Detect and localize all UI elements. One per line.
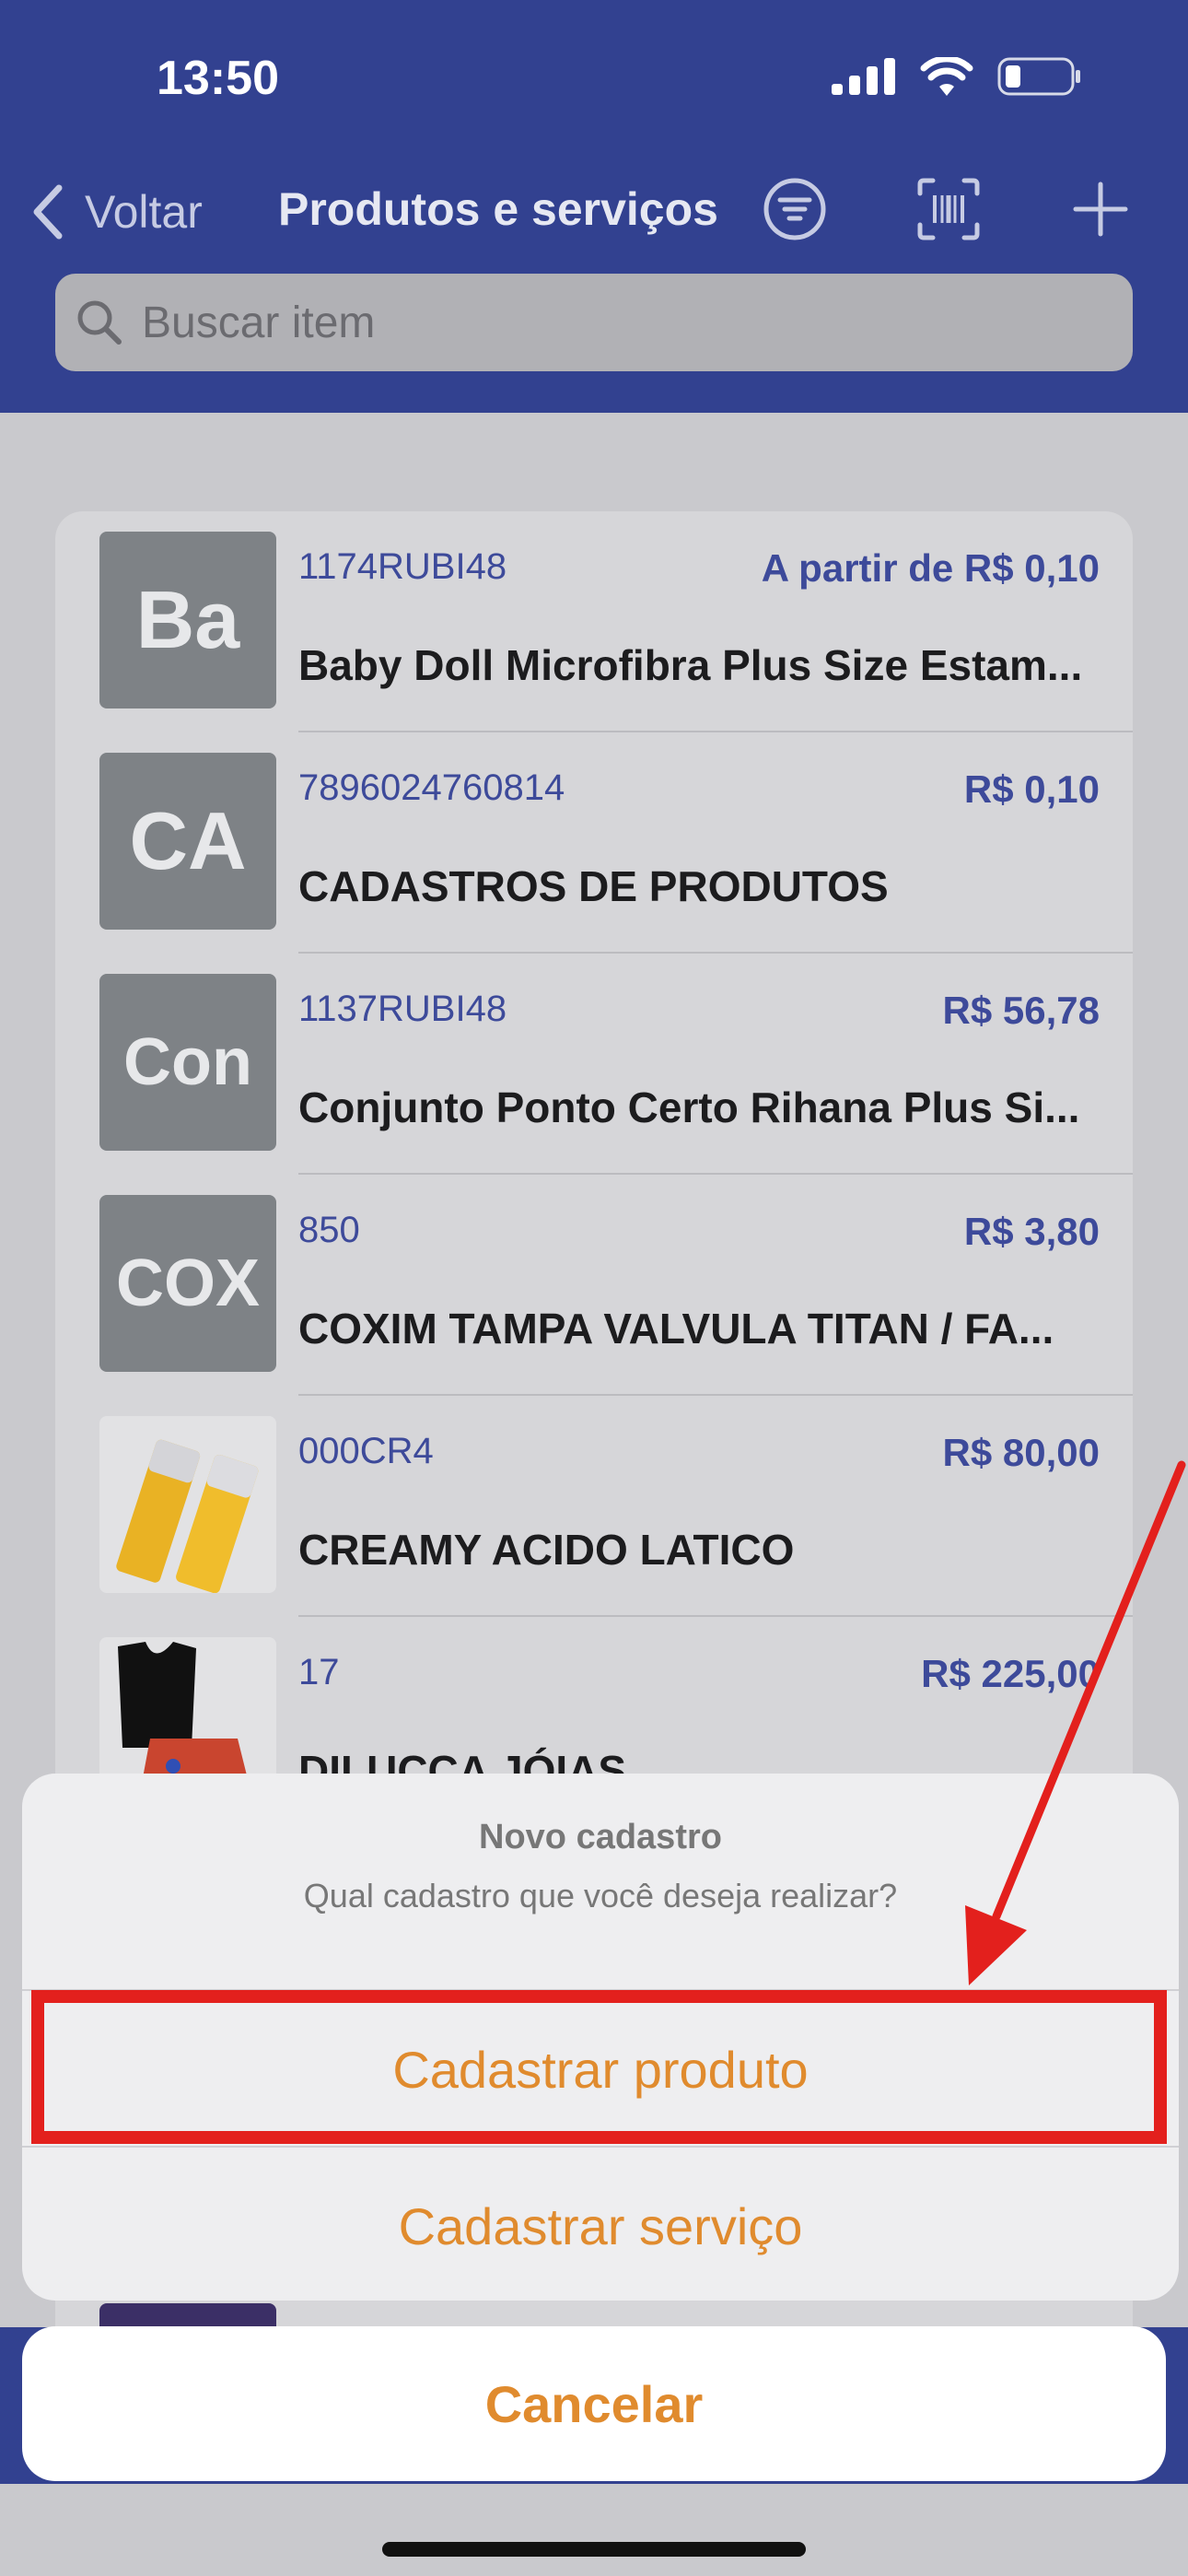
home-indicator: [382, 2542, 806, 2557]
annotation-arrow-icon: [965, 1460, 1186, 1985]
